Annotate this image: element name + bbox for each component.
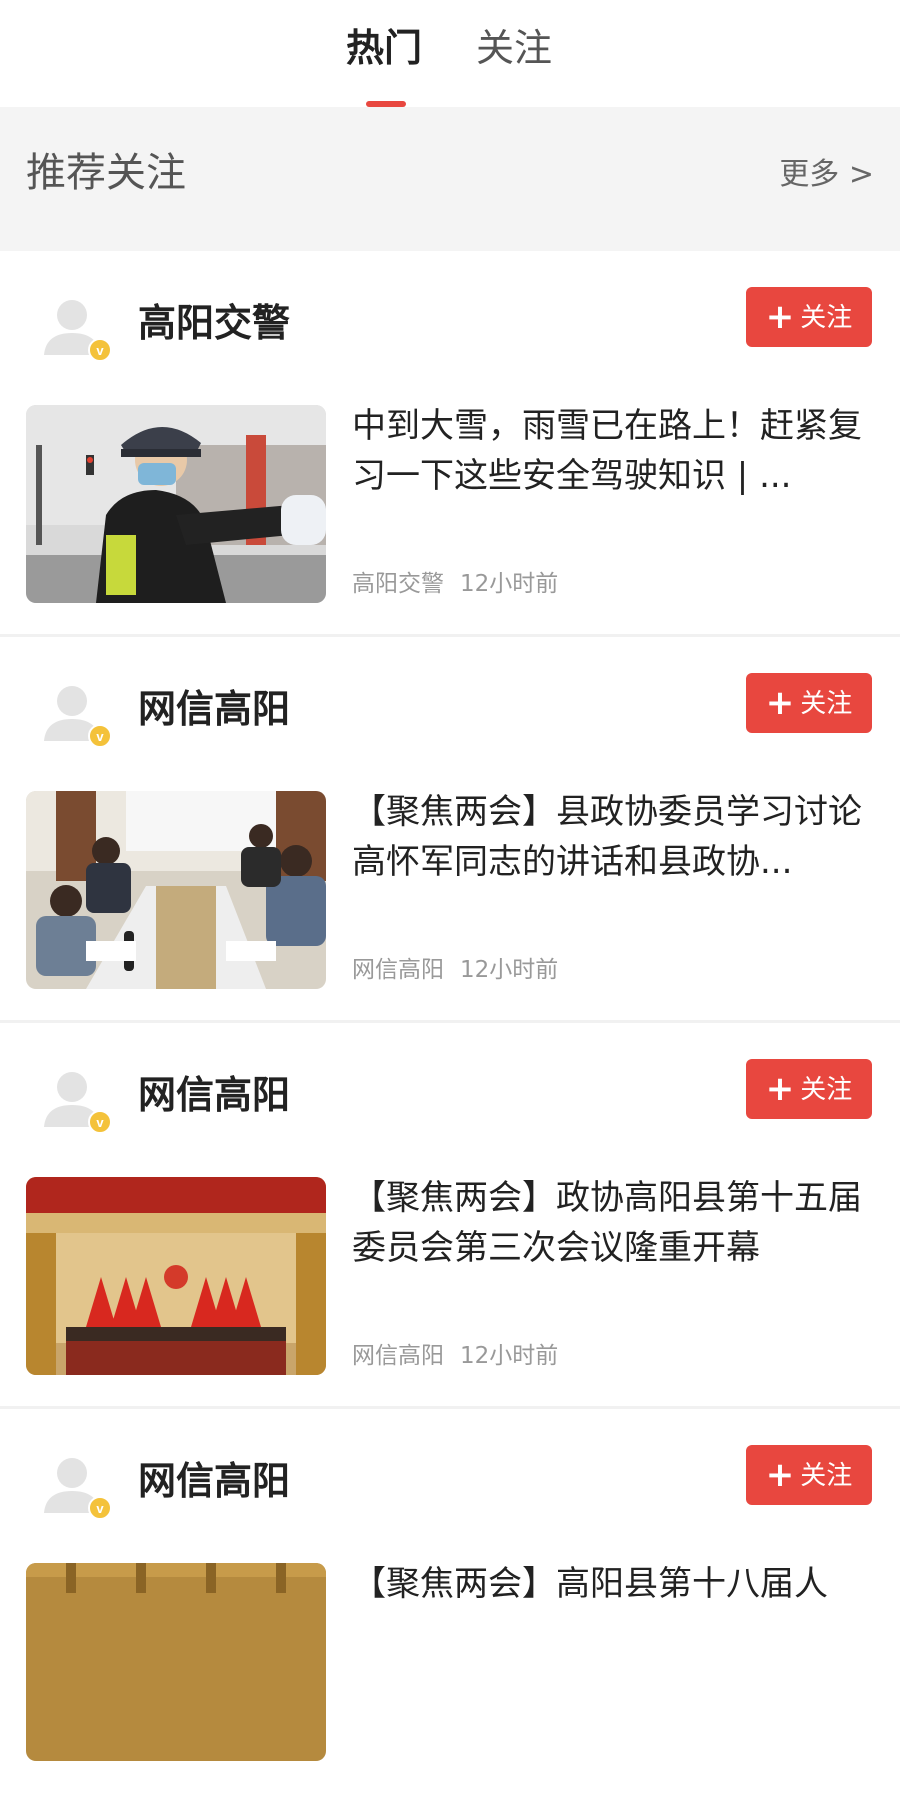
default-avatar-icon: v [44, 1458, 112, 1520]
tab-follow[interactable]: 关注 [476, 22, 552, 74]
svg-text:v: v [96, 729, 104, 744]
article-time: 12小时前 [460, 957, 559, 983]
author-name[interactable]: 网信高阳 [138, 679, 290, 739]
avatar[interactable]: v [42, 293, 112, 363]
follow-button[interactable]: + 关注 [746, 1445, 872, 1505]
plus-icon: + [765, 1069, 795, 1109]
author-name[interactable]: 网信高阳 [138, 1451, 290, 1511]
svg-text:v: v [96, 1501, 104, 1516]
follow-button-label: 关注 [800, 1075, 853, 1105]
follow-button[interactable]: + 关注 [746, 1059, 872, 1119]
default-avatar-icon: v [44, 1072, 112, 1134]
feed-card[interactable]: v 网信高阳 + 关注 【聚焦两会】县政协委员学习讨论高怀军同志的讲话和县政协.… [0, 637, 900, 1023]
default-avatar-icon: v [44, 300, 112, 362]
article-thumbnail[interactable] [26, 1177, 326, 1375]
article-source: 高阳交警 [352, 571, 444, 597]
follow-button-label: 关注 [800, 303, 853, 333]
default-avatar-icon: v [44, 686, 112, 748]
plus-icon: + [765, 297, 795, 337]
feed-card[interactable]: v 网信高阳 + 关注 【聚焦两会】政协高阳县第十五届委员会第三次会议隆重开幕 网… [0, 1023, 900, 1409]
tab-hot[interactable]: 热门 [346, 22, 422, 74]
author-name[interactable]: 高阳交警 [138, 293, 290, 353]
recommend-title: 推荐关注 [26, 150, 186, 196]
article-thumbnail[interactable] [26, 791, 326, 989]
article-time: 12小时前 [460, 1343, 559, 1369]
plus-icon: + [765, 1455, 795, 1495]
article-time: 12小时前 [460, 571, 559, 597]
avatar[interactable]: v [42, 1451, 112, 1521]
article-headline[interactable]: 中到大雪，雨雪已在路上！赶紧复习一下这些安全驾驶知识 | ... [352, 401, 882, 501]
follow-button-label: 关注 [800, 1461, 853, 1491]
avatar[interactable]: v [42, 679, 112, 749]
top-tab-bar: 热门 关注 [0, 0, 900, 107]
avatar[interactable]: v [42, 1065, 112, 1135]
article-meta: 高阳交警 12小时前 [352, 567, 558, 601]
more-link[interactable]: 更多 > [779, 155, 874, 195]
article-headline[interactable]: 【聚焦两会】高阳县第十八届人 [352, 1559, 882, 1609]
article-thumbnail[interactable] [26, 1563, 326, 1761]
plus-icon: + [765, 683, 795, 723]
follow-button[interactable]: + 关注 [746, 287, 872, 347]
svg-text:v: v [96, 1115, 104, 1130]
article-meta: 网信高阳 12小时前 [352, 953, 558, 987]
recommend-follow-header: 推荐关注 更多 > [0, 107, 900, 251]
article-meta: 网信高阳 12小时前 [352, 1339, 558, 1373]
article-thumbnail[interactable] [26, 405, 326, 603]
follow-button[interactable]: + 关注 [746, 673, 872, 733]
article-headline[interactable]: 【聚焦两会】政协高阳县第十五届委员会第三次会议隆重开幕 [352, 1173, 882, 1273]
svg-text:v: v [96, 343, 104, 358]
follow-button-label: 关注 [800, 689, 853, 719]
feed-card[interactable]: v 网信高阳 + 关注 【聚焦两会】高阳县第十八届人 [0, 1409, 900, 1795]
author-name[interactable]: 网信高阳 [138, 1065, 290, 1125]
feed-card[interactable]: v 高阳交警 + 关注 中到大雪，雨雪已在路上！赶紧复习一下这些安全驾驶知识 | … [0, 251, 900, 637]
article-headline[interactable]: 【聚焦两会】县政协委员学习讨论高怀军同志的讲话和县政协... [352, 787, 882, 887]
article-source: 网信高阳 [352, 957, 444, 983]
article-source: 网信高阳 [352, 1343, 444, 1369]
